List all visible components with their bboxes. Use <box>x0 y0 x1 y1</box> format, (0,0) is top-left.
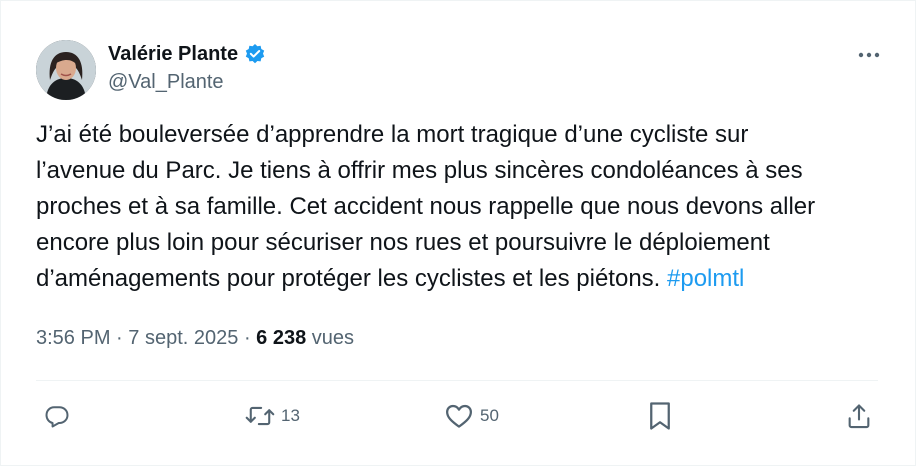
retweet-button[interactable]: 13 <box>245 399 300 433</box>
tweet-text-line-last: d’aménagements pour protéger les cyclist… <box>36 261 896 297</box>
tweet-text-line: l’avenue du Parc. Je tiens à offrir mes … <box>36 157 803 184</box>
avatar-image <box>36 40 96 100</box>
bookmark-icon <box>650 402 670 430</box>
like-button[interactable]: 50 <box>444 399 499 433</box>
share-icon <box>848 404 870 429</box>
heart-icon <box>446 404 472 428</box>
retweet-icon <box>245 406 275 426</box>
author-handle[interactable]: @Val_Plante <box>108 71 224 94</box>
more-options-icon[interactable] <box>851 43 887 67</box>
views-count: 6 238 <box>256 327 307 349</box>
reply-button[interactable] <box>43 399 71 433</box>
author-name[interactable]: Valérie Plante <box>108 43 238 66</box>
bookmark-button[interactable] <box>647 399 673 433</box>
reply-icon <box>45 406 69 428</box>
tweet-text-line: J’ai été bouleversée d’apprendre la mort… <box>36 121 749 148</box>
tweet-text-line: proches et à sa famille. Cet accident no… <box>36 193 816 220</box>
tweet-text-line: encore plus loin pour sécuriser nos rues… <box>36 229 770 256</box>
verified-badge-icon <box>244 43 266 65</box>
tweet-card: Valérie Plante @Val_Plante J’ai été boul… <box>0 0 916 466</box>
views-label: vues <box>311 327 355 349</box>
tweet-date[interactable]: 7 sept. 2025 <box>128 327 238 349</box>
like-count: 50 <box>480 406 499 425</box>
retweet-count: 13 <box>281 406 300 425</box>
tweet-text: J’ai été bouleversée d’apprendre la mort… <box>36 117 896 297</box>
meta-separator: · <box>243 327 251 349</box>
meta-separator: · <box>116 327 123 349</box>
tweet-meta: 3:56 PM · 7 sept. 2025 · 6 238 vues <box>36 327 354 350</box>
avatar[interactable] <box>36 40 96 100</box>
hashtag-link[interactable]: #polmtl <box>667 265 744 292</box>
share-button[interactable] <box>846 399 872 433</box>
author-name-row: Valérie Plante <box>108 41 266 67</box>
tweet-time[interactable]: 3:56 PM <box>36 327 110 349</box>
divider <box>36 380 878 381</box>
tweet-text-line: d’aménagements pour protéger les cyclist… <box>36 265 661 292</box>
